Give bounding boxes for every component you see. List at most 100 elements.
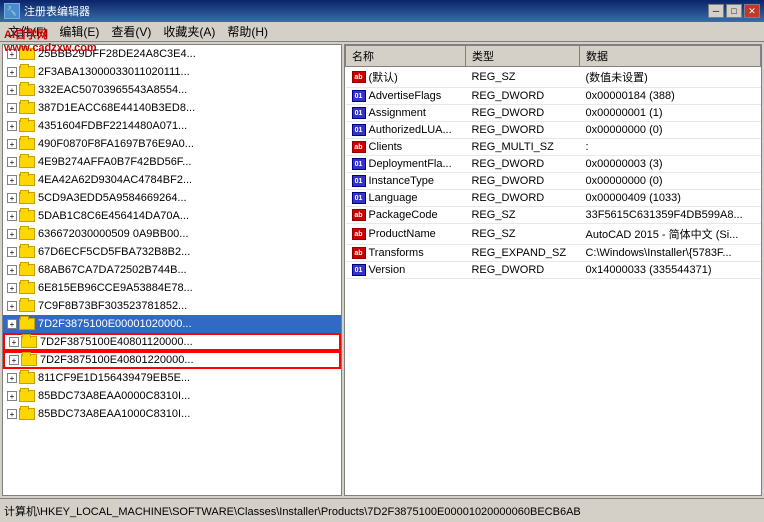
expand-icon[interactable]: + [9, 355, 19, 365]
expand-icon[interactable]: + [7, 319, 17, 329]
menu-item-f[interactable]: 文件(F) [2, 21, 53, 42]
tree-item-label: 68AB67CA7DA72502B744B... [38, 264, 187, 276]
tree-item[interactable]: +7D2F3875100E00001020000... [3, 315, 341, 333]
expand-icon[interactable]: + [7, 391, 17, 401]
value-name: 01AuthorizedLUA... [346, 122, 466, 139]
reg-sz-icon: ab [352, 247, 366, 259]
folder-icon [19, 192, 35, 204]
tree-item[interactable]: +85BDC73A8EAA1000C8310I... [3, 405, 341, 423]
registry-tree[interactable]: +25BBB29DFF28DE24A8C3E4...+2F3ABA1300003… [2, 44, 342, 496]
window-title: 注册表编辑器 [24, 3, 90, 19]
table-row[interactable]: 01AdvertiseFlagsREG_DWORD0x00000184 (388… [346, 88, 761, 105]
expand-icon[interactable]: + [7, 283, 17, 293]
maximize-button[interactable]: □ [726, 4, 742, 18]
menu-item-h[interactable]: 帮助(H) [221, 21, 274, 42]
tree-item[interactable]: +6E815EB96CCE9A53884E78... [3, 279, 341, 297]
reg-sz-icon: ab [352, 71, 366, 83]
reg-dword-icon: 01 [352, 175, 366, 187]
tree-item-label: 490F0870F8FA1697B76E9A0... [38, 138, 194, 150]
close-button[interactable]: ✕ [744, 4, 760, 18]
expand-icon[interactable]: + [7, 49, 17, 59]
tree-item-label: 7D2F3875100E40801120000... [40, 336, 193, 348]
table-row[interactable]: ab(默认)REG_SZ(数值未设置) [346, 67, 761, 88]
table-row[interactable]: 01VersionREG_DWORD0x14000033 (335544371) [346, 262, 761, 279]
expand-icon[interactable]: + [7, 265, 17, 275]
value-type: REG_DWORD [465, 262, 579, 279]
value-type: REG_DWORD [465, 122, 579, 139]
tree-item[interactable]: +332EAC50703965543A8554... [3, 81, 341, 99]
expand-icon[interactable]: + [7, 85, 17, 95]
minimize-button[interactable]: ─ [708, 4, 724, 18]
expand-icon[interactable]: + [7, 103, 17, 113]
expand-icon[interactable]: + [7, 67, 17, 77]
folder-icon [19, 300, 35, 312]
tree-item[interactable]: +636672030000509 0A9BB00... [3, 225, 341, 243]
expand-icon[interactable]: + [7, 175, 17, 185]
menu-item-e[interactable]: 编辑(E) [53, 21, 105, 42]
tree-item-label: 7D2F3875100E00001020000... [38, 318, 192, 330]
tree-item[interactable]: +5DAB1C8C6E456414DA70A... [3, 207, 341, 225]
tree-item[interactable]: +7D2F3875100E40801220000... [3, 351, 341, 369]
tree-item-label: 4E9B274AFFA0B7F42BD56F... [38, 156, 191, 168]
value-name: 01Language [346, 190, 466, 207]
tree-item[interactable]: +811CF9E1D156439479EB5E... [3, 369, 341, 387]
tree-item-label: 67D6ECF5CD5FBA732B8B2... [38, 246, 190, 258]
value-name: abClients [346, 139, 466, 156]
registry-values[interactable]: 名称 类型 数据 ab(默认)REG_SZ(数值未设置)01AdvertiseF… [344, 44, 762, 496]
tree-item[interactable]: +68AB67CA7DA72502B744B... [3, 261, 341, 279]
reg-dword-icon: 01 [352, 124, 366, 136]
tree-item[interactable]: +7D2F3875100E40801120000... [3, 333, 341, 351]
tree-item-label: 6E815EB96CCE9A53884E78... [38, 282, 193, 294]
value-data: 0x00000409 (1033) [579, 190, 760, 207]
tree-item[interactable]: +4EA42A62D9304AC4784BF2... [3, 171, 341, 189]
folder-icon [19, 408, 35, 420]
value-name: 01Assignment [346, 105, 466, 122]
tree-item[interactable]: +4351604FDBF2214480A071... [3, 117, 341, 135]
tree-item[interactable]: +490F0870F8FA1697B76E9A0... [3, 135, 341, 153]
table-row[interactable]: 01DeploymentFla...REG_DWORD0x00000003 (3… [346, 156, 761, 173]
table-row[interactable]: abTransformsREG_EXPAND_SZC:\Windows\Inst… [346, 245, 761, 262]
folder-icon [21, 336, 37, 348]
tree-item[interactable]: +7C9F8B73BF303523781852... [3, 297, 341, 315]
menu-item-v[interactable]: 查看(V) [105, 21, 157, 42]
status-text: 计算机\HKEY_LOCAL_MACHINE\SOFTWARE\Classes\… [4, 503, 581, 519]
value-name: abProductName [346, 224, 466, 245]
table-row[interactable]: 01InstanceTypeREG_DWORD0x00000000 (0) [346, 173, 761, 190]
expand-icon[interactable]: + [7, 193, 17, 203]
expand-icon[interactable]: + [9, 337, 19, 347]
value-type: REG_EXPAND_SZ [465, 245, 579, 262]
expand-icon[interactable]: + [7, 229, 17, 239]
folder-icon [19, 120, 35, 132]
tree-item-label: 4EA42A62D9304AC4784BF2... [38, 174, 192, 186]
expand-icon[interactable]: + [7, 373, 17, 383]
expand-icon[interactable]: + [7, 211, 17, 221]
reg-sz-icon: ab [352, 141, 366, 153]
expand-icon[interactable]: + [7, 139, 17, 149]
expand-icon[interactable]: + [7, 121, 17, 131]
tree-item[interactable]: +67D6ECF5CD5FBA732B8B2... [3, 243, 341, 261]
expand-icon[interactable]: + [7, 409, 17, 419]
tree-item-label: 85BDC73A8EAA1000C8310I... [38, 408, 190, 420]
value-data: C:\Windows\Installer\{5783F... [579, 245, 760, 262]
table-row[interactable]: abPackageCodeREG_SZ33F5615C631359F4DB599… [346, 207, 761, 224]
tree-item[interactable]: +4E9B274AFFA0B7F42BD56F... [3, 153, 341, 171]
tree-item[interactable]: +5CD9A3EDD5A9584669264... [3, 189, 341, 207]
tree-item[interactable]: +387D1EACC68E44140B3ED8... [3, 99, 341, 117]
value-name: 01Version [346, 262, 466, 279]
table-row[interactable]: 01AuthorizedLUA...REG_DWORD0x00000000 (0… [346, 122, 761, 139]
table-row[interactable]: 01LanguageREG_DWORD0x00000409 (1033) [346, 190, 761, 207]
menu-item-a[interactable]: 收藏夹(A) [157, 21, 221, 42]
tree-item[interactable]: +25BBB29DFF28DE24A8C3E4... [3, 45, 341, 63]
table-row[interactable]: abClientsREG_MULTI_SZ: [346, 139, 761, 156]
folder-icon [19, 156, 35, 168]
expand-icon[interactable]: + [7, 157, 17, 167]
expand-icon[interactable]: + [7, 301, 17, 311]
expand-icon[interactable]: + [7, 247, 17, 257]
tree-item[interactable]: +85BDC73A8EAA0000C8310I... [3, 387, 341, 405]
tree-item[interactable]: +2F3ABA13000033011020111... [3, 63, 341, 81]
value-data: 0x00000000 (0) [579, 122, 760, 139]
value-data: 0x00000001 (1) [579, 105, 760, 122]
value-data: 33F5615C631359F4DB599A8... [579, 207, 760, 224]
table-row[interactable]: abProductNameREG_SZAutoCAD 2015 - 简体中文 (… [346, 224, 761, 245]
table-row[interactable]: 01AssignmentREG_DWORD0x00000001 (1) [346, 105, 761, 122]
